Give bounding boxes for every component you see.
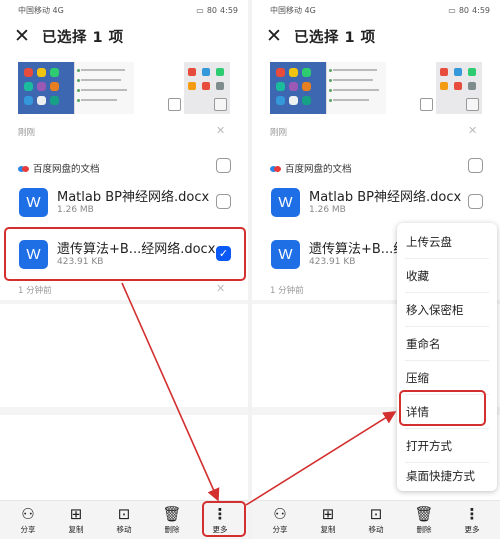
group-title: 百度网盘的文档 xyxy=(285,164,352,175)
copy-button[interactable]: ⊞ 复制 xyxy=(307,504,349,535)
file-checkbox[interactable] xyxy=(468,194,483,209)
app-list-thumbnail[interactable] xyxy=(386,62,436,114)
close-icon[interactable]: ✕ xyxy=(216,282,225,295)
phone-screenshot-thumbnail[interactable] xyxy=(18,62,74,114)
screen-left: 中国移动 4G ▭804:59 ✕ 已选择 1 项 刚刚 ✕ 百度网盘的文档 xyxy=(0,0,248,539)
group-title: 百度网盘的文档 xyxy=(33,164,100,175)
status-bar: 中国移动 4G ▭ 80 4:59 xyxy=(252,0,500,20)
page-title: 已选择 1 项 xyxy=(294,29,376,46)
move-button[interactable]: ⊡ 移动 xyxy=(103,504,145,535)
title-bar: ✕ 已选择 1 项 xyxy=(0,20,248,52)
bottom-toolbar: ⚇ 分享 ⊞ 复制 ⊡ 移动 🗑 删除 ⋮ 更多 xyxy=(252,500,500,539)
word-doc-icon: W xyxy=(19,188,48,217)
menu-item-rename[interactable]: 重命名 xyxy=(397,327,497,360)
tab-label: 分享 xyxy=(20,524,36,534)
section-separator xyxy=(0,407,248,415)
network-label: 4G xyxy=(52,5,64,15)
thumbnail-strip[interactable] xyxy=(18,62,230,114)
close-icon[interactable]: ✕ xyxy=(468,124,477,137)
tab-label: 移动 xyxy=(368,524,384,534)
delete-button[interactable]: 🗑 删除 xyxy=(403,504,445,535)
close-icon[interactable]: ✕ xyxy=(216,124,225,137)
menu-item-favorite[interactable]: 收藏 xyxy=(397,259,497,292)
share-icon: ⚇ xyxy=(273,504,287,523)
copy-button[interactable]: ⊞ 复制 xyxy=(55,504,97,535)
copy-icon: ⊞ xyxy=(321,504,335,523)
move-icon: ⊡ xyxy=(369,504,383,523)
file-row[interactable]: W Matlab BP神经网络.docx 1.26 MB xyxy=(252,182,500,228)
baidu-cloud-icon xyxy=(18,164,29,172)
network-label: 4G xyxy=(304,5,316,15)
highlight-selected-file xyxy=(4,227,246,281)
share-button[interactable]: ⚇ 分享 xyxy=(7,504,49,535)
trash-icon: 🗑 xyxy=(162,504,182,523)
file-name: Matlab BP神经网络.docx xyxy=(309,190,462,205)
file-size: 1.26 MB xyxy=(57,205,94,215)
tab-label: 删除 xyxy=(416,524,432,534)
move-button[interactable]: ⊡ 移动 xyxy=(355,504,397,535)
copy-icon: ⊞ xyxy=(69,504,83,523)
battery-level: 80 xyxy=(458,5,470,15)
title-bar: ✕ 已选择 1 项 xyxy=(252,20,500,52)
status-bar: 中国移动 4G ▭ 80 4:59 xyxy=(0,0,248,20)
tab-label: 移动 xyxy=(116,524,132,534)
delete-button[interactable]: 🗑 删除 xyxy=(151,504,193,535)
carrier-label: 中国移动 xyxy=(18,5,50,15)
document-thumbnail[interactable] xyxy=(326,62,386,114)
file-size: 423.91 KB xyxy=(309,257,356,267)
clock: 4:59 xyxy=(472,5,490,15)
share-button[interactable]: ⚇ 分享 xyxy=(259,504,301,535)
battery-level: 80 xyxy=(206,5,218,15)
recent-time-label: 刚刚 xyxy=(18,128,36,138)
highlight-details-item xyxy=(399,390,486,426)
screen-right: 中国移动 4G ▭804:59 ✕ 已选择 1 项 刚刚 ✕ 百度网盘的文档 xyxy=(252,0,500,539)
group-header: 百度网盘的文档 xyxy=(270,161,352,175)
document-thumbnail[interactable] xyxy=(74,62,134,114)
more-vertical-icon: ⋮ xyxy=(464,504,480,523)
tab-label: 复制 xyxy=(68,524,84,534)
app-list-thumbnail[interactable] xyxy=(134,62,184,114)
file-checkbox[interactable] xyxy=(216,194,231,209)
menu-item-upload-cloud[interactable]: 上传云盘 xyxy=(397,225,497,258)
group-select-checkbox[interactable] xyxy=(216,158,231,173)
group-header: 百度网盘的文档 xyxy=(18,161,100,175)
clock: 4:59 xyxy=(220,5,238,15)
word-doc-icon: W xyxy=(271,188,300,217)
older-time-label: 1 分钟前 xyxy=(18,286,52,296)
tab-label: 删除 xyxy=(164,524,180,534)
menu-item-desktop-shortcut[interactable]: 桌面快捷方式 xyxy=(397,459,497,492)
carrier-label: 中国移动 xyxy=(270,5,302,15)
app-grid-thumbnail[interactable] xyxy=(184,62,230,114)
battery-icon: ▭ xyxy=(448,5,456,15)
tab-label: 更多 xyxy=(464,524,480,534)
share-icon: ⚇ xyxy=(21,504,35,523)
older-time-label: 1 分钟前 xyxy=(270,286,304,296)
battery-icon: ▭ xyxy=(196,5,204,15)
recent-time-label: 刚刚 xyxy=(270,128,288,138)
baidu-cloud-icon xyxy=(270,164,281,172)
move-icon: ⊡ xyxy=(117,504,131,523)
highlight-more-button xyxy=(202,501,246,537)
file-row[interactable]: W Matlab BP神经网络.docx 1.26 MB xyxy=(0,182,248,228)
file-name: Matlab BP神经网络.docx xyxy=(57,190,210,205)
trash-icon: 🗑 xyxy=(414,504,434,523)
thumbnail-strip[interactable] xyxy=(270,62,482,114)
more-button[interactable]: ⋮ 更多 xyxy=(451,504,493,535)
group-select-checkbox[interactable] xyxy=(468,158,483,173)
close-icon[interactable]: ✕ xyxy=(266,26,288,46)
menu-item-open-with[interactable]: 打开方式 xyxy=(397,429,497,462)
more-options-menu: 上传云盘 收藏 移入保密柜 重命名 压缩 详情 打开方式 桌面快捷方式 xyxy=(397,223,497,491)
page-title: 已选择 1 项 xyxy=(42,29,124,46)
phone-screenshot-thumbnail[interactable] xyxy=(270,62,326,114)
file-size: 1.26 MB xyxy=(309,205,346,215)
tab-label: 分享 xyxy=(272,524,288,534)
menu-item-move-to-safe[interactable]: 移入保密柜 xyxy=(397,293,497,326)
app-grid-thumbnail[interactable] xyxy=(436,62,482,114)
close-icon[interactable]: ✕ xyxy=(14,26,36,46)
section-separator xyxy=(0,300,248,304)
tab-label: 复制 xyxy=(320,524,336,534)
word-doc-icon: W xyxy=(271,240,300,269)
